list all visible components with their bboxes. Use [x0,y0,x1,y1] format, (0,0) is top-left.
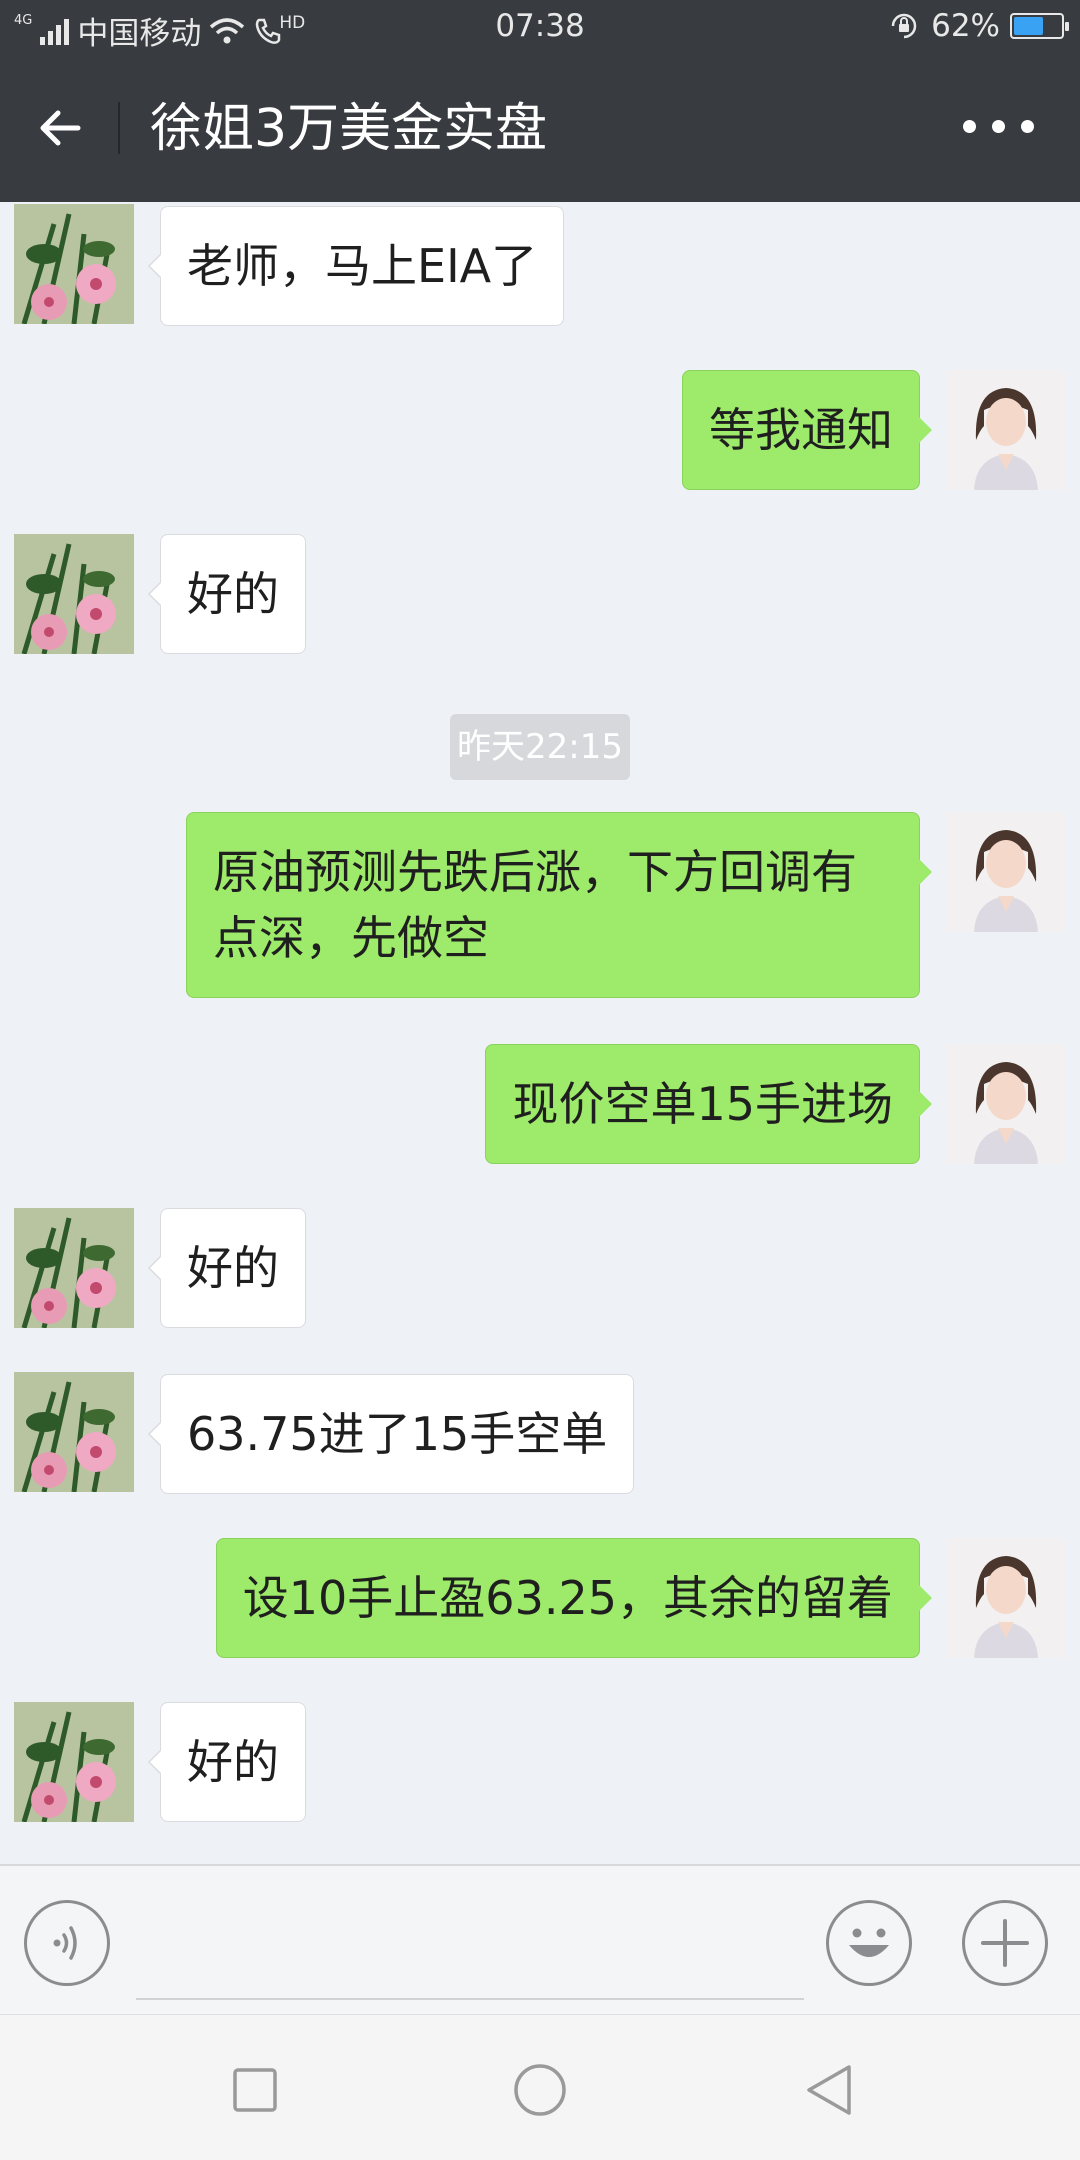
message-bubble-incoming[interactable]: 好的 [148,1702,306,1822]
status-bar: 4G 中国移动 HD 07:38 62% [0,0,1080,54]
chat-timestamp: 昨天22:15 [450,714,630,780]
emoji-icon[interactable] [826,1900,912,1986]
back-arrow-icon[interactable] [30,98,90,158]
lily-avatar-image [14,204,134,324]
message-bubble-incoming[interactable]: 63.75进了15手空单 [147,1374,635,1494]
status-right: 62% [887,8,1069,44]
woman-avatar-image [946,1044,1066,1164]
battery-icon [1010,13,1069,39]
lily-avatar-image [14,1208,134,1328]
message-bubble-outgoing[interactable]: 等我通知 [682,370,932,490]
plus-icon[interactable] [962,1900,1048,1986]
battery-fill [1014,17,1043,35]
message-input[interactable] [136,1998,804,2000]
my-avatar[interactable] [946,370,1066,490]
circle-icon[interactable] [505,2055,575,2125]
my-avatar[interactable] [946,812,1066,932]
triangle-back-icon[interactable] [795,2055,865,2125]
contact-avatar[interactable] [14,1208,134,1328]
chat-header: 徐姐3万美金实盘 [0,54,1080,202]
message-bubble-outgoing[interactable]: 现价空单15手进场 [485,1044,932,1164]
more-dots-icon[interactable] [963,120,1034,133]
lily-avatar-image [14,1702,134,1822]
square-icon[interactable] [220,2055,290,2125]
header-divider [118,102,120,154]
message-line: 点深，先做空 [213,911,489,965]
woman-avatar-image [946,812,1066,932]
lily-avatar-image [14,1372,134,1492]
voice-icon[interactable] [24,1900,110,1986]
chat-title: 徐姐3万美金实盘 [150,99,548,159]
message-bubble-incoming[interactable]: 老师，马上EIA了 [147,206,565,326]
woman-avatar-image [946,370,1066,490]
rotation-lock-icon [891,13,917,39]
message-bubble-incoming[interactable]: 好的 [148,1208,306,1328]
lily-avatar-image [14,534,134,654]
contact-avatar[interactable] [14,1372,134,1492]
contact-avatar[interactable] [14,534,134,654]
message-bubble-incoming[interactable]: 好的 [148,534,306,654]
contact-avatar[interactable] [14,1702,134,1822]
battery-percent: 62% [931,8,1000,44]
my-avatar[interactable] [946,1538,1066,1658]
my-avatar[interactable] [946,1044,1066,1164]
message-bubble-outgoing[interactable]: 设10手止盈63.25，其余的留着 [215,1538,933,1658]
message-bubble-outgoing[interactable]: 原油预测先跌后涨，下方回调有 点深，先做空 [186,812,932,998]
woman-avatar-image [946,1538,1066,1658]
chat-input-bar [0,1864,1080,2014]
contact-avatar[interactable] [14,204,134,324]
system-nav-bar [0,2014,1080,2160]
message-line: 原油预测先跌后涨，下方回调有 [213,845,857,899]
